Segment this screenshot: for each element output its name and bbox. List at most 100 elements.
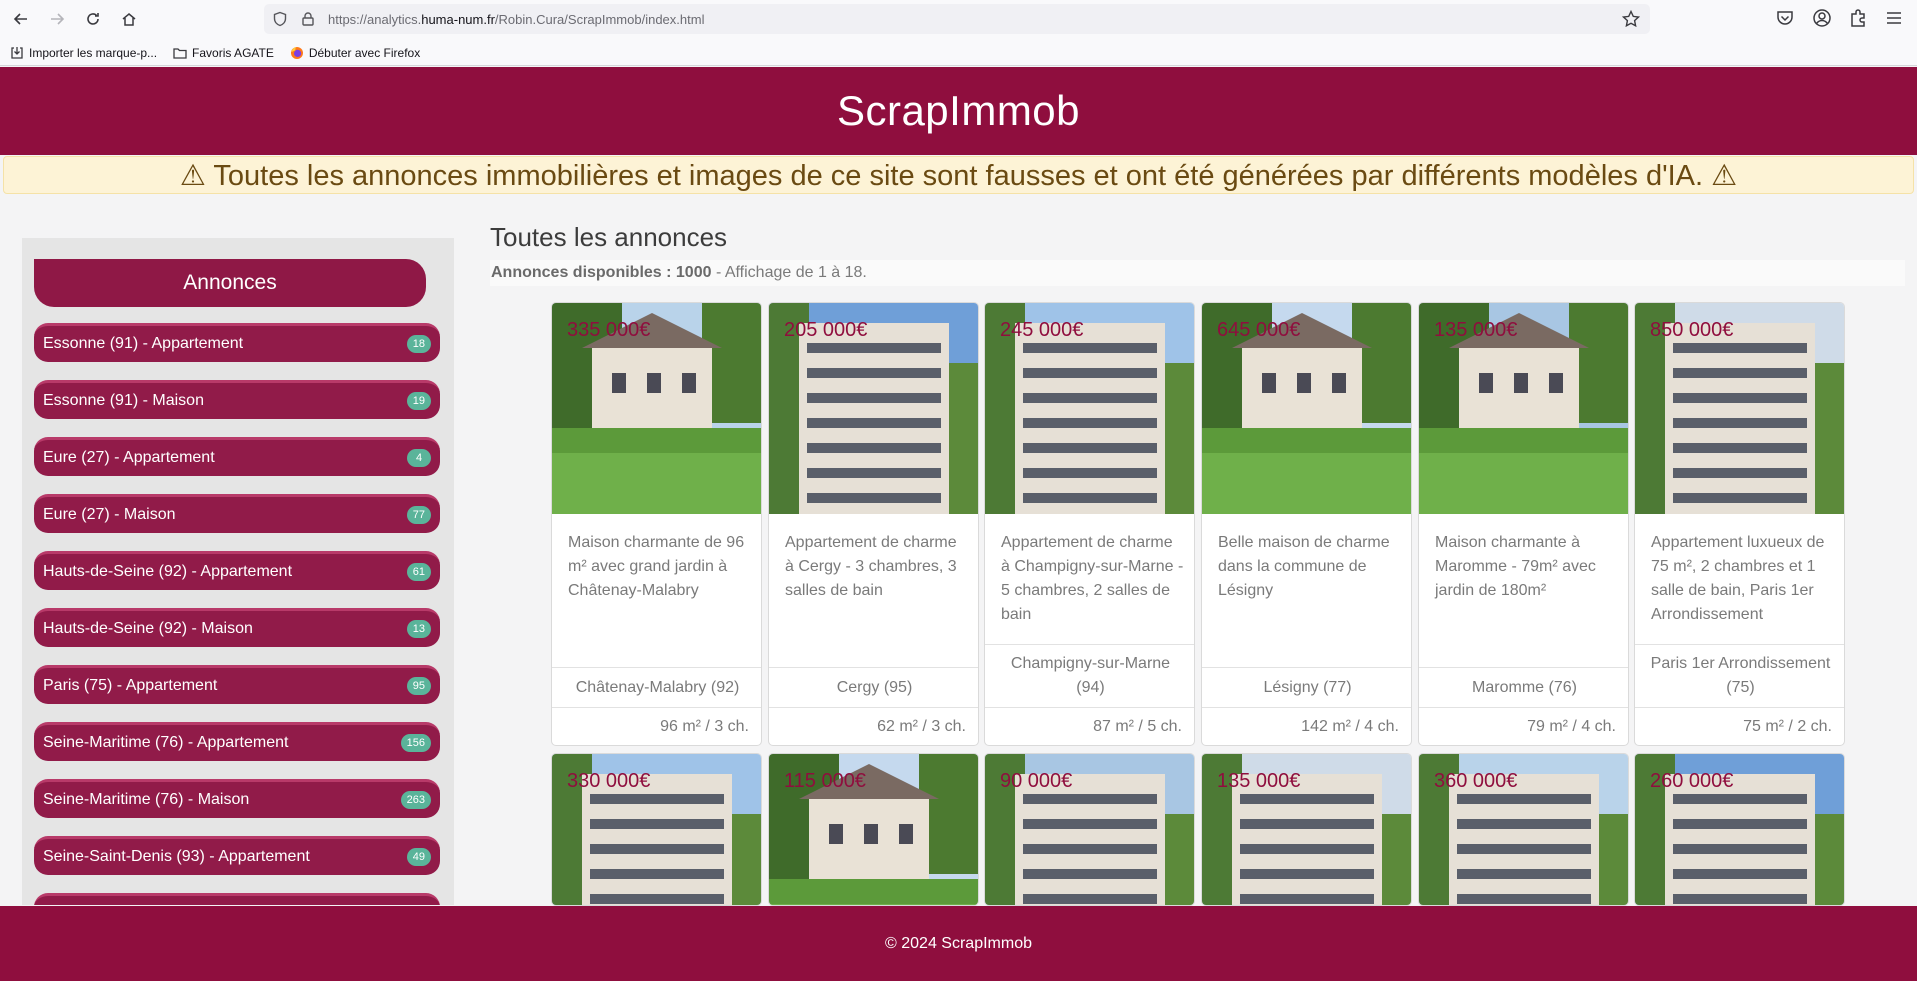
listing-description: Appartement de charme à Champigny-sur-Ma…: [1001, 534, 1184, 623]
listing-card[interactable]: 850 000€ Appartement luxueux de 75 m², 2 …: [1634, 302, 1845, 746]
url-text[interactable]: https://analytics.huma-num.fr/Robin.Cura…: [328, 12, 704, 27]
listing-price: 135 000€: [1434, 319, 1518, 341]
listing-surface: 142 m² / 4 ch.: [1202, 707, 1411, 745]
sidebar-item-label: Seine-Maritime (76) - Appartement: [43, 734, 289, 751]
sidebar-item-eure-appartement[interactable]: Eure (27) - Appartement 4: [34, 437, 440, 476]
lock-icon[interactable]: [300, 11, 316, 27]
bookmark-label: Débuter avec Firefox: [308, 46, 421, 60]
listing-price: 260 000€: [1650, 770, 1734, 792]
listing-price: 330 000€: [567, 770, 651, 792]
listing-card[interactable]: 90 000€: [984, 753, 1195, 906]
listing-card[interactable]: 260 000€: [1634, 753, 1845, 906]
sidebar-item-seine-saint-denis-appartement[interactable]: Seine-Saint-Denis (93) - Appartement 49: [34, 836, 440, 875]
import-icon: [11, 47, 23, 59]
sidebar-item-eure-maison[interactable]: Eure (27) - Maison 77: [34, 494, 440, 533]
url-path: /Robin.Cura/ScrapImmob/index.html: [494, 12, 705, 27]
sidebar-item-label: Essonne (91) - Maison: [43, 392, 204, 409]
reload-icon[interactable]: [80, 6, 106, 32]
firefox-icon: [290, 47, 303, 59]
bookmark-label: Importer les marque-p...: [29, 46, 158, 60]
availability-info: Annonces disponibles : 1000 - Affichage …: [490, 260, 1905, 286]
listing-city: Cergy (95): [769, 667, 978, 707]
home-icon[interactable]: [116, 6, 142, 32]
listing-price: 90 000€: [1000, 770, 1073, 792]
folder-icon: [173, 48, 187, 59]
count-badge: 95: [406, 677, 431, 695]
available-count: Annonces disponibles : 1000: [491, 264, 712, 281]
listing-card[interactable]: 335 000€ Maison charmante de 96 m² avec g…: [551, 302, 762, 746]
shield-icon[interactable]: [272, 11, 288, 27]
sidebar-item-label: Hauts-de-Seine (92) - Appartement: [43, 563, 293, 580]
extensions-icon[interactable]: [1848, 8, 1868, 28]
listing-surface: 87 m² / 5 ch.: [985, 707, 1194, 745]
listing-card[interactable]: 645 000€ Belle maison de charme dans la c…: [1201, 302, 1412, 746]
sidebar-item-hauts-de-seine-maison[interactable]: Hauts-de-Seine (92) - Maison 13: [34, 608, 440, 647]
listing-surface: 79 m² / 4 ch.: [1419, 707, 1628, 745]
menu-icon[interactable]: [1884, 8, 1904, 28]
url-prefix: https://analytics.: [328, 12, 422, 27]
listing-city: Châtenay-Malabry (92): [552, 667, 761, 707]
site-footer: © 2024 ScrapImmob: [0, 906, 1917, 981]
listing-description: Appartement de charme à Cergy - 3 chambr…: [785, 534, 957, 599]
count-badge: 13: [406, 620, 431, 638]
bookmark-label: Favoris AGATE: [192, 46, 274, 60]
bookmark-import[interactable]: Importer les marque-p...: [10, 46, 157, 60]
forward-icon[interactable]: [44, 6, 70, 32]
listing-surface: 62 m² / 3 ch.: [769, 707, 978, 745]
bookmark-firefox[interactable]: Débuter avec Firefox: [290, 46, 420, 60]
sidebar-item-hauts-de-seine-appartement[interactable]: Hauts-de-Seine (92) - Appartement 61: [34, 551, 440, 590]
sidebar-item-label: Paris (75) - Appartement: [43, 677, 218, 694]
sidebar-item-partial[interactable]: [34, 893, 440, 905]
sidebar-item-seine-maritime-maison[interactable]: Seine-Maritime (76) - Maison 263: [34, 779, 440, 818]
listing-card[interactable]: 205 000€ Appartement de charme à Cergy - …: [768, 302, 979, 746]
listing-description: Maison charmante à Maromme - 79m² avec j…: [1435, 534, 1596, 599]
listing-price: 205 000€: [784, 319, 868, 341]
sidebar-item-seine-maritime-appartement[interactable]: Seine-Maritime (76) - Appartement 156: [34, 722, 440, 761]
address-bar[interactable]: https://analytics.huma-num.fr/Robin.Cura…: [264, 4, 1650, 34]
listing-description: Maison charmante de 96 m² avec grand jar…: [568, 534, 745, 599]
listing-price: 335 000€: [567, 319, 651, 341]
back-icon[interactable]: [8, 6, 34, 32]
site-title[interactable]: ScrapImmob: [837, 87, 1080, 135]
listing-card[interactable]: 115 000€: [768, 753, 979, 906]
listing-price: 135 000€: [1217, 770, 1301, 792]
sidebar-item-label: Eure (27) - Appartement: [43, 449, 215, 466]
listing-price: 850 000€: [1650, 319, 1734, 341]
browser-toolbar: https://analytics.huma-num.fr/Robin.Cura…: [0, 0, 1917, 66]
bookmark-star-icon[interactable]: [1622, 10, 1640, 28]
warning-text: ⚠ Toutes les annonces immobilières et im…: [179, 159, 1738, 192]
display-range: - Affichage de 1 à 18.: [711, 264, 867, 281]
count-badge: 18: [406, 335, 431, 353]
listing-surface: 75 m² / 2 ch.: [1635, 707, 1844, 745]
count-badge: 156: [400, 734, 431, 752]
ai-warning-banner: ⚠ Toutes les annonces immobilières et im…: [3, 156, 1914, 194]
sidebar-item-essonne-appartement[interactable]: Essonne (91) - Appartement 18: [34, 323, 440, 362]
listing-price: 245 000€: [1000, 319, 1084, 341]
page-title: Toutes les annonces: [490, 222, 728, 252]
listing-card[interactable]: 245 000€ Appartement de charme à Champign…: [984, 302, 1195, 746]
account-icon[interactable]: [1812, 8, 1832, 28]
site-header: ScrapImmob: [0, 67, 1917, 155]
listing-description: Appartement luxueux de 75 m², 2 chambres…: [1651, 534, 1825, 623]
pocket-icon[interactable]: [1775, 8, 1795, 28]
listing-price: 645 000€: [1217, 319, 1301, 341]
listing-city: Champigny-sur-Marne (94): [985, 644, 1194, 707]
count-badge: 4: [407, 449, 431, 467]
sidebar-item-paris-appartement[interactable]: Paris (75) - Appartement 95: [34, 665, 440, 704]
listing-card[interactable]: 360 000€: [1418, 753, 1629, 906]
bookmark-favoris-agate[interactable]: Favoris AGATE: [173, 46, 274, 60]
listing-card[interactable]: 135 000€: [1201, 753, 1412, 906]
listing-city: Lésigny (77): [1202, 667, 1411, 707]
count-badge: 77: [406, 506, 431, 524]
listing-card[interactable]: 330 000€: [551, 753, 762, 906]
count-badge: 19: [406, 392, 431, 410]
listing-city: Maromme (76): [1419, 667, 1628, 707]
listing-surface: 96 m² / 3 ch.: [552, 707, 761, 745]
listing-city: Paris 1er Arrondissement (75): [1635, 644, 1844, 707]
sidebar-item-essonne-maison[interactable]: Essonne (91) - Maison 19: [34, 380, 440, 419]
url-domain: huma-num.fr: [421, 12, 495, 27]
bookmarks-bar: Importer les marque-p... Favoris AGATE D…: [0, 42, 426, 64]
listing-price: 360 000€: [1434, 770, 1518, 792]
listing-card[interactable]: 135 000€ Maison charmante à Maromme - 79m…: [1418, 302, 1629, 746]
sidebar-item-label: Essonne (91) - Appartement: [43, 335, 244, 352]
